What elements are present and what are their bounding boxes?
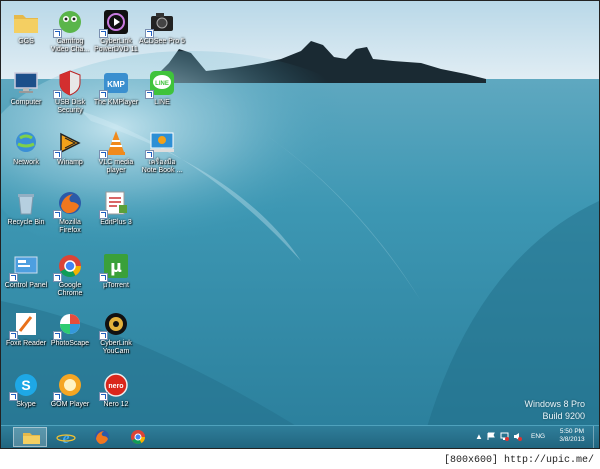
desktop-icon-line[interactable]: LINE LINE — [133, 68, 191, 107]
computer-icon — [11, 68, 41, 98]
chrome-icon — [53, 251, 85, 282]
line-icon: LINE — [145, 68, 177, 99]
shortcut-arrow-icon — [145, 150, 154, 159]
editplus-icon — [99, 188, 131, 219]
gom-icon — [53, 370, 85, 401]
shortcut-arrow-icon — [53, 210, 62, 219]
svg-text:nero: nero — [108, 383, 123, 390]
shortcut-arrow-icon — [53, 90, 62, 99]
nero-icon: nero — [99, 370, 131, 401]
desktop-icon-editplus[interactable]: EditPlus 3 — [87, 188, 145, 227]
shortcut-arrow-icon — [9, 273, 18, 282]
shortcut-arrow-icon — [99, 150, 108, 159]
firefox-icon — [53, 188, 85, 219]
shortcut-arrow-icon — [99, 331, 108, 340]
recycle-bin-icon — [11, 188, 41, 218]
notebook-icon — [145, 128, 177, 159]
svg-text:µ: µ — [110, 257, 122, 276]
camfrog-icon — [53, 7, 85, 38]
shortcut-arrow-icon — [145, 90, 154, 99]
shortcut-arrow-icon — [53, 273, 62, 282]
shortcut-arrow-icon — [53, 331, 62, 340]
photoscape-icon — [53, 309, 85, 340]
shortcut-arrow-icon — [99, 273, 108, 282]
desktop-icon-notebook[interactable]: เครื่องมือ Note Book ... — [133, 128, 191, 175]
svg-text:KMP: KMP — [107, 80, 125, 89]
network-status-icon[interactable] — [500, 432, 509, 441]
clock-time: 5:50 PM — [559, 428, 585, 435]
folder-icon — [23, 433, 40, 444]
kmplayer-icon: KMP — [99, 68, 131, 99]
vlc-icon — [99, 128, 131, 159]
shortcut-arrow-icon — [145, 29, 154, 38]
desktop-icon-nero[interactable]: nero Nero 12 — [87, 370, 145, 409]
utorrent-icon: µ — [99, 251, 131, 282]
firefox-icon — [95, 430, 109, 444]
shortcut-arrow-icon — [9, 392, 18, 401]
image-host-caption: [800x600] http://upic.me/ — [443, 455, 594, 466]
volume-icon[interactable] — [513, 432, 522, 441]
show-desktop-button[interactable] — [593, 426, 599, 448]
taskbar-file-explorer-button[interactable] — [13, 427, 47, 447]
desktop-icon-label: เครื่องมือ Note Book ... — [141, 159, 183, 174]
youcam-icon — [99, 309, 131, 340]
desktop-icon-label: LINE — [154, 99, 170, 106]
shortcut-arrow-icon — [53, 392, 62, 401]
foxit-icon — [9, 309, 41, 340]
desktop-icon-label: EditPlus 3 — [100, 219, 132, 226]
shield-icon — [53, 68, 85, 99]
taskbar-chrome-button[interactable] — [121, 427, 155, 447]
watermark-edition: Windows 8 Pro — [524, 399, 585, 409]
windows-build-watermark: Windows 8 Pro Build 9200 — [524, 398, 585, 422]
shortcut-arrow-icon — [53, 29, 62, 38]
desktop-icon-label: Nero 12 — [103, 401, 129, 408]
control-panel-icon — [9, 251, 41, 282]
ie-icon: e — [56, 430, 76, 447]
input-language-indicator[interactable]: ENG — [531, 433, 545, 440]
folder-icon — [11, 7, 41, 37]
taskbar: e ▲ ENG 5:50 PM 3/8/2013 — [1, 425, 599, 448]
shortcut-arrow-icon — [99, 392, 108, 401]
clock-date: 3/8/2013 — [559, 436, 585, 443]
desktop-icon-acdsee[interactable]: ACDSee Pro 5 — [133, 7, 191, 46]
action-center-flag-icon[interactable] — [487, 432, 496, 441]
svg-text:LINE: LINE — [155, 81, 169, 87]
show-hidden-icons-button[interactable]: ▲ — [475, 432, 483, 441]
taskbar-firefox-button[interactable] — [85, 427, 119, 447]
desktop-icon-utorrent[interactable]: µ µTorrent — [87, 251, 145, 290]
winamp-icon — [53, 128, 85, 159]
svg-text:S: S — [21, 377, 30, 393]
desktop-icon-label: CyberLink YouCam — [100, 340, 132, 355]
desktop-icon-label: ACDSee Pro 5 — [139, 38, 185, 45]
camera-icon — [145, 7, 177, 38]
shortcut-arrow-icon — [99, 29, 108, 38]
taskbar-internet-explorer-button[interactable]: e — [49, 427, 83, 447]
shortcut-arrow-icon — [9, 331, 18, 340]
chrome-icon — [131, 430, 145, 444]
svg-text:e: e — [62, 430, 69, 447]
taskbar-clock[interactable]: 5:50 PM 3/8/2013 — [554, 428, 590, 444]
desktop-icon-label: µTorrent — [103, 282, 129, 289]
shortcut-arrow-icon — [53, 150, 62, 159]
powerdvd-icon — [99, 7, 131, 38]
skype-icon: S — [9, 370, 41, 401]
network-icon — [11, 128, 41, 158]
shortcut-arrow-icon — [99, 90, 108, 99]
watermark-build: Build 9200 — [542, 411, 585, 421]
desktop-icon-youcam[interactable]: CyberLink YouCam — [87, 309, 145, 356]
shortcut-arrow-icon — [99, 210, 108, 219]
screenshot-frame: GGS Computer Network Recycle Bin Control… — [0, 0, 600, 449]
